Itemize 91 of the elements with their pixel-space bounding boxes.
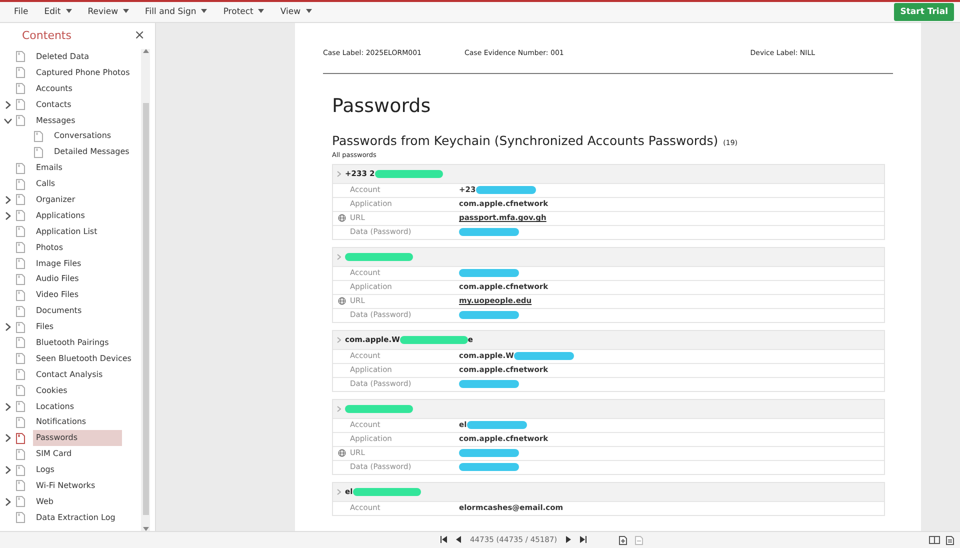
tree-item[interactable]: Emails: [33, 161, 66, 176]
tree-item[interactable]: Accounts: [33, 82, 76, 96]
first-page-button[interactable]: [440, 536, 447, 544]
tree-item[interactable]: Web: [33, 494, 56, 509]
tree-item[interactable]: Bluetooth Pairings: [33, 336, 112, 350]
tree-item[interactable]: Data Extraction Log: [33, 510, 118, 525]
first-page-icon: [440, 536, 447, 544]
document-icon: [16, 178, 25, 190]
globe-icon: [338, 297, 346, 305]
tree-item[interactable]: Image Files: [33, 256, 84, 271]
next-page-button[interactable]: [565, 536, 572, 544]
add-page-icon[interactable]: [619, 536, 628, 544]
scrollbar[interactable]: [141, 49, 150, 531]
document-icon: [16, 210, 25, 222]
two-page-view-icon[interactable]: [929, 536, 940, 544]
globe-icon: [338, 214, 346, 222]
tree-item[interactable]: Application List: [33, 224, 100, 239]
panel-title: Contents: [22, 28, 72, 44]
caret-icon: [201, 9, 208, 14]
document-icon: [16, 512, 25, 524]
document-icon: [16, 448, 25, 460]
document-icon: [16, 115, 25, 126]
scroll-up-icon[interactable]: [142, 49, 148, 53]
caret-icon: [66, 9, 72, 14]
tree-item[interactable]: Conversations: [51, 129, 114, 144]
tree-item[interactable]: Messages: [33, 114, 78, 128]
document-icon: [16, 322, 25, 333]
page-title: Passwords: [332, 94, 432, 118]
document-icon: [16, 337, 25, 348]
tree-item[interactable]: Organizer: [33, 192, 78, 207]
document-icon: [16, 432, 25, 444]
next-page-icon: [565, 536, 572, 544]
document-icon: [16, 480, 25, 492]
document-icon: [34, 146, 43, 158]
caret-icon: [123, 9, 130, 14]
document-icon: [16, 258, 25, 270]
menu-item[interactable]: Protect: [215, 6, 272, 18]
previous-page-button[interactable]: [455, 536, 462, 544]
document-icon: [16, 83, 25, 94]
document-icon: [16, 242, 25, 254]
tree-item[interactable]: Notifications: [33, 415, 90, 430]
tree-item[interactable]: Video Files: [33, 288, 82, 302]
tree-item[interactable]: SIM Card: [33, 447, 75, 462]
tree-item[interactable]: Cookies: [33, 384, 70, 398]
last-page-icon: [580, 536, 588, 544]
tree-item[interactable]: Captured Phone Photos: [33, 66, 133, 80]
tree-item[interactable]: Logs: [33, 463, 58, 478]
menu-item[interactable]: File: [6, 6, 36, 18]
tree-item[interactable]: Photos: [33, 240, 66, 255]
document-icon: [16, 99, 25, 110]
tree-item[interactable]: Detailed Messages: [51, 145, 132, 160]
tree-item[interactable]: Wi-Fi Networks: [33, 478, 98, 493]
tree-item[interactable]: Passwords: [33, 430, 122, 446]
document-icon: [16, 51, 25, 62]
document-icon: [16, 162, 25, 174]
caret-icon: [306, 9, 312, 14]
tree-item[interactable]: Calls: [33, 177, 58, 192]
globe-icon: [338, 449, 346, 457]
close-button[interactable]: ×: [134, 26, 145, 46]
document-icon: [16, 385, 25, 396]
document-icon: [16, 401, 25, 412]
menu-item[interactable]: Edit: [36, 6, 80, 18]
document-icon: [16, 194, 25, 206]
tree-item[interactable]: Seen Bluetooth Devices: [33, 352, 134, 366]
document-icon: [16, 369, 25, 380]
document-icon: [16, 290, 25, 301]
previous-page-icon: [455, 536, 462, 544]
last-page-button[interactable]: [580, 536, 588, 544]
tree-item[interactable]: Deleted Data: [33, 50, 92, 64]
menu-item[interactable]: View: [272, 6, 320, 18]
document-icon: [16, 226, 25, 238]
tree-item[interactable]: Contacts: [33, 98, 74, 112]
menu-item[interactable]: Review: [80, 6, 138, 18]
document-icon: [16, 496, 25, 508]
document-icon: [16, 306, 25, 317]
document-icon: [34, 130, 43, 142]
tree-item[interactable]: Audio Files: [33, 272, 82, 286]
caret-icon: [258, 9, 264, 14]
tree-item[interactable]: Files: [33, 320, 57, 334]
tree-item[interactable]: Contact Analysis: [33, 368, 106, 382]
tree-item[interactable]: Locations: [33, 400, 78, 414]
single-page-view-icon[interactable]: [946, 536, 954, 544]
menu-item[interactable]: Fill and Sign: [137, 6, 216, 18]
document-icon: [16, 67, 25, 78]
tree-item[interactable]: Applications: [33, 208, 88, 223]
document-icon: [16, 274, 25, 285]
document-icon: [16, 353, 25, 364]
document-icon: [16, 416, 25, 428]
document-icon: [16, 464, 25, 476]
tree-item[interactable]: Documents: [33, 304, 85, 318]
section-title: Passwords from Keychain (Synchronized Accounts Passwords): [332, 132, 718, 150]
